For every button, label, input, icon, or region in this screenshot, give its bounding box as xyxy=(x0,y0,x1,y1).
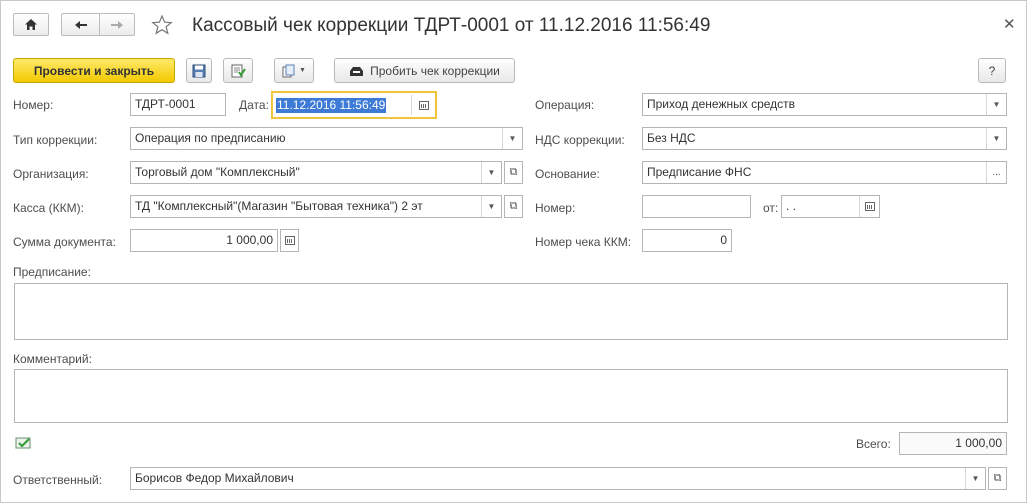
kassa-dropdown-button[interactable]: ▼ xyxy=(481,196,501,217)
calculator-icon xyxy=(284,236,295,245)
document-sum-field[interactable]: 1 000,00 xyxy=(130,229,278,252)
post-document-icon xyxy=(231,64,246,77)
prescription-label: Предписание: xyxy=(13,265,91,279)
calendar-icon xyxy=(864,202,875,211)
create-based-on-button[interactable]: ▼ xyxy=(274,58,314,83)
number-field[interactable]: ТДРТ-0001 xyxy=(130,93,226,116)
print-correction-check-label: Пробить чек коррекции xyxy=(370,63,500,78)
responsible-dropdown-button[interactable]: ▼ xyxy=(965,468,985,489)
home-button[interactable] xyxy=(13,13,49,36)
organization-value: Торговый дом "Комплексный" xyxy=(135,165,300,179)
chevron-down-icon: ▼ xyxy=(992,134,1001,143)
operation-select[interactable]: Приход денежных средств ▼ xyxy=(642,93,1007,116)
basis-value: Предписание ФНС xyxy=(647,165,752,179)
kkm-check-number-label: Номер чека ККМ: xyxy=(535,235,632,249)
back-button[interactable] xyxy=(61,13,99,36)
comment-label: Комментарий: xyxy=(13,352,92,366)
document-window: Кассовый чек коррекции ТДРТ-0001 от 11.1… xyxy=(0,0,1027,503)
chevron-down-icon: ▼ xyxy=(487,202,496,211)
from-date-field[interactable]: . . xyxy=(781,195,880,218)
kkm-check-number-field[interactable]: 0 xyxy=(642,229,732,252)
kassa-select[interactable]: ТД "Комплексный"(Магазин "Бытовая техник… xyxy=(130,195,502,218)
close-icon: ✕ xyxy=(1003,16,1016,33)
arrow-left-icon xyxy=(74,20,87,29)
total-label: Всего: xyxy=(856,437,891,451)
chevron-down-icon: ▼ xyxy=(487,168,496,177)
chevron-down-icon: ▼ xyxy=(508,134,517,143)
kassa-label: Касса (ККМ): xyxy=(13,201,84,215)
basis-field[interactable]: Предписание ФНС ... xyxy=(642,161,1007,184)
date-label: Дата: xyxy=(239,98,269,112)
check-items-button[interactable] xyxy=(15,437,33,454)
organization-select[interactable]: Торговый дом "Комплексный" ▼ xyxy=(130,161,502,184)
date-field[interactable]: 11.12.2016 11:56:49 xyxy=(271,91,437,119)
number-label: Номер: xyxy=(13,98,54,112)
chevron-down-icon: ▼ xyxy=(299,67,306,74)
number-value: ТДРТ-0001 xyxy=(135,97,196,111)
organization-label: Организация: xyxy=(13,167,89,181)
from-date-value: . . xyxy=(786,199,797,213)
basis-label: Основание: xyxy=(535,167,600,181)
responsible-open-button[interactable]: ⧉ xyxy=(988,467,1007,490)
chevron-down-icon: ▼ xyxy=(992,100,1001,109)
favorite-star-button[interactable] xyxy=(151,14,173,39)
help-button[interactable]: ? xyxy=(978,58,1006,83)
prescription-textarea[interactable] xyxy=(14,283,1008,340)
document-sum-label: Сумма документа: xyxy=(13,235,116,249)
kassa-open-button[interactable]: ⧉ xyxy=(504,195,523,218)
ellipsis-icon: ... xyxy=(992,167,1001,178)
basis-select-button[interactable]: ... xyxy=(986,162,1006,183)
correction-type-value: Операция по предписанию xyxy=(135,131,286,145)
document-sum-value: 1 000,00 xyxy=(226,233,273,247)
forward-button[interactable] xyxy=(99,13,135,36)
page-title: Кассовый чек коррекции ТДРТ-0001 от 11.1… xyxy=(192,15,711,36)
home-icon xyxy=(25,19,37,30)
date-calendar-button[interactable] xyxy=(411,95,435,115)
post-and-close-button[interactable]: Провести и закрыть xyxy=(13,58,175,83)
open-link-icon: ⧉ xyxy=(509,200,518,212)
vat-dropdown-button[interactable]: ▼ xyxy=(986,128,1006,149)
save-button[interactable] xyxy=(186,58,212,83)
vat-correction-label: НДС коррекции: xyxy=(535,133,625,147)
sum-calculator-button[interactable] xyxy=(280,229,299,252)
kassa-value: ТД "Комплексный"(Магазин "Бытовая техник… xyxy=(135,199,423,213)
operation-label: Операция: xyxy=(535,98,595,112)
organization-dropdown-button[interactable]: ▼ xyxy=(481,162,501,183)
operation-dropdown-button[interactable]: ▼ xyxy=(986,94,1006,115)
correction-type-label: Тип коррекции: xyxy=(13,133,98,147)
printer-icon xyxy=(350,66,364,76)
date-value: 11.12.2016 11:56:49 xyxy=(276,98,387,113)
total-value: 1 000,00 xyxy=(955,436,1002,450)
arrow-right-icon xyxy=(111,20,123,29)
responsible-value: Борисов Федор Михайлович xyxy=(135,471,294,485)
checklist-icon xyxy=(15,437,31,449)
open-link-icon: ⧉ xyxy=(993,472,1002,484)
responsible-label: Ответственный: xyxy=(13,473,103,487)
star-icon xyxy=(151,14,173,35)
vat-correction-value: Без НДС xyxy=(647,131,696,145)
calendar-icon xyxy=(418,100,429,110)
operation-value: Приход денежных средств xyxy=(647,97,796,111)
post-button[interactable] xyxy=(223,58,253,83)
organization-open-button[interactable]: ⧉ xyxy=(504,161,523,184)
correction-type-dropdown-button[interactable]: ▼ xyxy=(502,128,522,149)
vat-correction-select[interactable]: Без НДС ▼ xyxy=(642,127,1007,150)
correction-type-select[interactable]: Операция по предписанию ▼ xyxy=(130,127,523,150)
print-correction-check-button[interactable]: Пробить чек коррекции xyxy=(334,58,515,83)
documents-icon xyxy=(282,64,295,77)
kkm-check-number-value: 0 xyxy=(720,233,727,247)
from-date-calendar-button[interactable] xyxy=(859,196,879,217)
responsible-select[interactable]: Борисов Федор Михайлович ▼ xyxy=(130,467,986,490)
save-icon xyxy=(192,64,206,77)
comment-textarea[interactable] xyxy=(14,369,1008,423)
open-link-icon: ⧉ xyxy=(509,166,518,178)
basis-number-label: Номер: xyxy=(535,201,576,215)
basis-number-field[interactable] xyxy=(642,195,751,218)
chevron-down-icon: ▼ xyxy=(971,474,980,483)
close-button[interactable]: ✕ xyxy=(1003,15,1016,33)
from-date-label: от: xyxy=(763,201,779,215)
total-field: 1 000,00 xyxy=(899,432,1007,455)
